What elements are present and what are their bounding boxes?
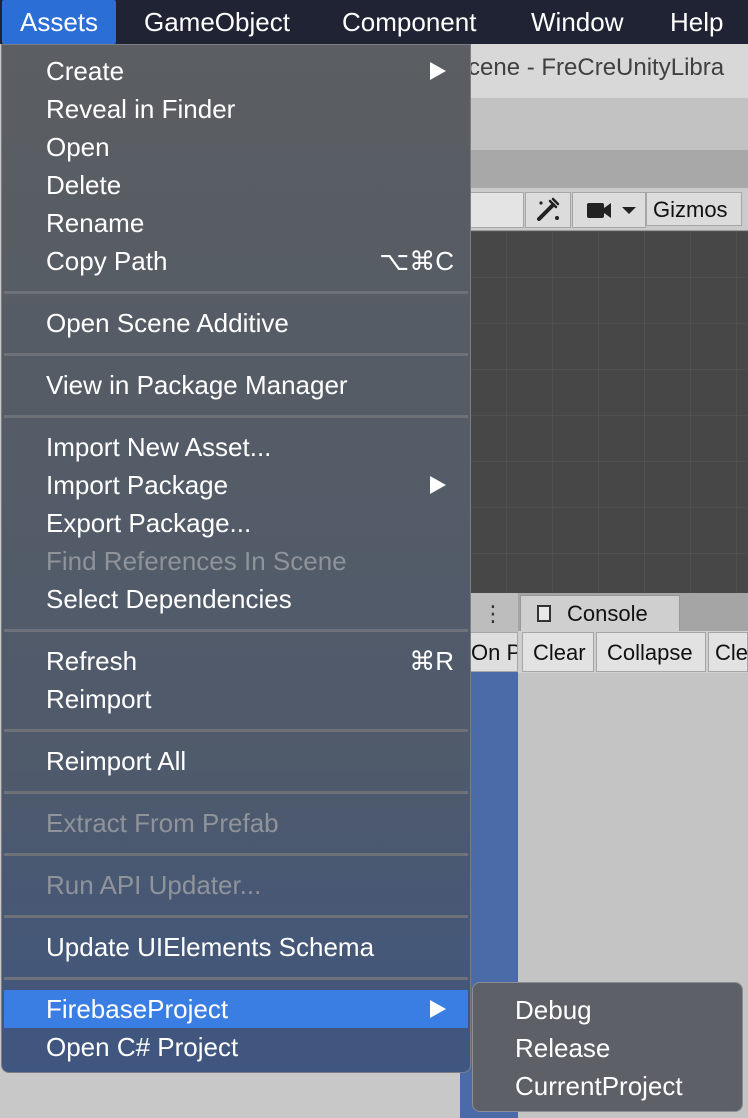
gizmos-button[interactable]: Gizmos [646,192,742,226]
menu-separator [4,915,468,918]
tools-button[interactable] [525,192,571,228]
menu-item-label: FirebaseProject [46,994,229,1024]
camera-button[interactable] [572,192,646,228]
menu-item-label: Import New Asset... [46,432,272,462]
menu-item-select-dependencies[interactable]: Select Dependencies [4,580,468,618]
menu-item-view-in-package-manager[interactable]: View in Package Manager [4,366,468,404]
tab-console[interactable]: Console [520,595,680,632]
submenu-item-release[interactable]: Release [473,1029,742,1067]
submenu-item-label: Debug [515,995,592,1025]
menu-item-copy-path[interactable]: Copy Path ⌥⌘C [4,242,468,280]
submenu-item-debug[interactable]: Debug [473,991,742,1029]
menu-item-extract-from-prefab: Extract From Prefab [4,804,468,842]
menu-item-label: Reveal in Finder [46,94,236,124]
menu-item-open-csharp-project[interactable]: Open C# Project [4,1028,468,1066]
menu-item-reveal-in-finder[interactable]: Reveal in Finder [4,90,468,128]
menu-window[interactable]: Window [513,0,641,44]
submenu-item-label: CurrentProject [515,1071,683,1101]
submenu-item-currentproject[interactable]: CurrentProject [473,1067,742,1105]
menu-separator [4,977,468,980]
menu-bar: Assets GameObject Component Window Help [0,0,748,44]
menu-item-update-uielements-schema[interactable]: Update UIElements Schema [4,928,468,966]
console-tab-label: Console [567,601,648,626]
menu-item-run-api-updater: Run API Updater... [4,866,468,904]
menu-component[interactable]: Component [324,0,494,44]
menu-separator [4,415,468,418]
menu-item-label: Copy Path [46,246,168,276]
menu-item-label: Run API Updater... [46,870,262,900]
menu-item-label: Create [46,56,125,86]
menu-item-import-new-asset[interactable]: Import New Asset... [4,428,468,466]
menu-item-label: Import Package [46,470,229,500]
menu-item-label: Open [46,132,110,162]
menu-item-delete[interactable]: Delete [4,166,468,204]
main-toolbar [460,98,748,150]
menu-separator [4,353,468,356]
menu-gameobject[interactable]: GameObject [126,0,308,44]
menu-item-create[interactable]: Create [4,52,468,90]
chevron-down-icon [622,207,636,214]
kebab-icon[interactable]: ⋮ [482,600,504,628]
menu-item-refresh[interactable]: Refresh ⌘R [4,642,468,680]
menu-item-rename[interactable]: Rename [4,204,468,242]
menu-item-label: Open C# Project [46,1032,239,1062]
menu-assets[interactable]: Assets [2,0,117,44]
menu-item-label: Reimport [46,684,152,714]
menu-item-label: Export Package... [46,508,252,538]
submenu-item-label: Release [515,1033,611,1063]
menu-separator [4,291,468,294]
menu-item-reimport[interactable]: Reimport [4,680,468,718]
menu-item-label: Extract From Prefab [46,808,279,838]
shortcut-copy-path: ⌥⌘C [379,246,454,276]
scene-draw-mode-field[interactable] [462,192,524,228]
menu-item-label: View in Package Manager [46,370,348,400]
camera-icon [587,203,611,218]
submenu-arrow-icon [430,62,446,80]
menu-separator [4,629,468,632]
menu-item-label: Select Dependencies [46,584,292,614]
menu-item-reimport-all[interactable]: Reimport All [4,742,468,780]
menu-item-import-package[interactable]: Import Package [4,466,468,504]
menu-item-label: Update UIElements Schema [46,932,375,962]
scene-view-grid[interactable] [460,231,748,593]
menu-item-label: Find References In Scene [46,546,347,576]
menu-separator [4,853,468,856]
menu-item-find-references-in-scene: Find References In Scene [4,542,468,580]
scene-tab-strip [460,150,748,188]
menu-item-label: Open Scene Additive [46,308,289,338]
clear-on-build-button[interactable]: Cle [708,632,748,672]
menu-item-firebaseproject[interactable]: FirebaseProject [4,990,468,1028]
collapse-button[interactable]: Collapse [596,632,706,672]
menu-item-export-package[interactable]: Export Package... [4,504,468,542]
menu-item-open-scene-additive[interactable]: Open Scene Additive [4,304,468,342]
menu-item-label: Rename [46,208,145,238]
menu-item-label: Delete [46,170,122,200]
submenu-arrow-icon [430,476,446,494]
menu-item-label: Reimport All [46,746,187,776]
menu-help[interactable]: Help [652,0,741,44]
menu-item-open[interactable]: Open [4,128,468,166]
menu-item-label: Refresh [46,646,138,676]
submenu-arrow-icon [430,1000,446,1018]
firebaseproject-submenu: Debug Release CurrentProject [472,982,743,1112]
console-icon [537,605,551,622]
menu-separator [4,729,468,732]
assets-dropdown-menu: Create Reveal in Finder Open Delete Rena… [1,44,471,1073]
clear-button[interactable]: Clear [522,632,594,672]
window-title: cene - FreCreUnityLibra [468,54,725,81]
shortcut-refresh: ⌘R [409,646,454,676]
menu-separator [4,791,468,794]
tools-icon [537,197,560,221]
